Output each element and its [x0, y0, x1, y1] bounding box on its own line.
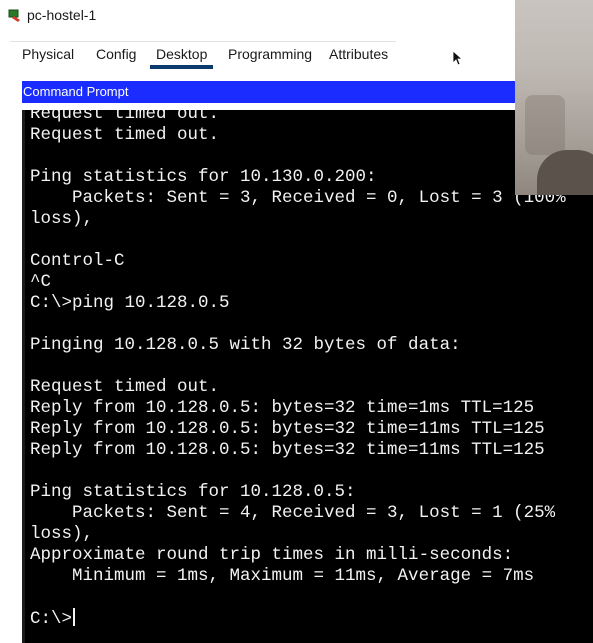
terminal-line: Reply from 10.128.0.5: bytes=32 time=11m… — [30, 419, 545, 439]
tab-attributes[interactable]: Attributes — [329, 46, 388, 62]
terminal-line: Ping statistics for 10.130.0.200: — [30, 167, 377, 187]
terminal-line: loss), — [30, 209, 94, 229]
mouse-pointer-icon — [452, 50, 464, 66]
terminal-line: Request timed out. — [30, 125, 220, 145]
tab-desktop[interactable]: Desktop — [149, 46, 214, 69]
tab-bar: Physical Config Desktop Programming Attr… — [10, 41, 396, 69]
command-prompt-title: Command Prompt — [23, 84, 129, 99]
terminal-line: Reply from 10.128.0.5: bytes=32 time=11m… — [30, 440, 545, 460]
terminal-output[interactable]: Request timed out. Request timed out. Ping… — [22, 110, 593, 643]
window-titlebar: pc-hostel-1 — [0, 0, 593, 32]
window-title: pc-hostel-1 — [27, 7, 97, 23]
tab-config[interactable]: Config — [96, 46, 136, 62]
terminal-line: Control-C — [30, 251, 125, 271]
terminal-line: Request timed out. — [30, 377, 220, 397]
terminal-line: Approximate round trip times in milli-se… — [30, 545, 514, 565]
tab-programming[interactable]: Programming — [228, 46, 312, 62]
terminal-line: Ping statistics for 10.128.0.5: — [30, 482, 356, 502]
webcam-background — [525, 95, 565, 155]
terminal-line: Pinging 10.128.0.5 with 32 bytes of data… — [30, 335, 461, 355]
terminal-line: loss), — [30, 524, 94, 544]
terminal-line: Reply from 10.128.0.5: bytes=32 time=1ms… — [30, 398, 535, 418]
text-caret — [73, 608, 76, 626]
terminal-lines: Request timed out. Request timed out. Ping… — [30, 110, 566, 629]
tab-physical[interactable]: Physical — [22, 46, 74, 62]
webcam-person — [537, 150, 593, 195]
app-icon — [8, 9, 20, 22]
terminal-line: C:\>ping 10.128.0.5 — [30, 293, 230, 313]
webcam-overlay — [515, 0, 593, 195]
terminal-line: Packets: Sent = 3, Received = 0, Lost = … — [30, 188, 566, 208]
terminal-line: Request timed out. — [30, 110, 220, 124]
terminal-line: ^C — [30, 272, 52, 292]
terminal-line: Packets: Sent = 4, Received = 3, Lost = … — [30, 503, 556, 523]
terminal-line: Minimum = 1ms, Maximum = 11ms, Average =… — [30, 566, 535, 586]
terminal-line: C:\> — [30, 608, 566, 629]
command-prompt-header: Command Prompt — [22, 81, 516, 103]
